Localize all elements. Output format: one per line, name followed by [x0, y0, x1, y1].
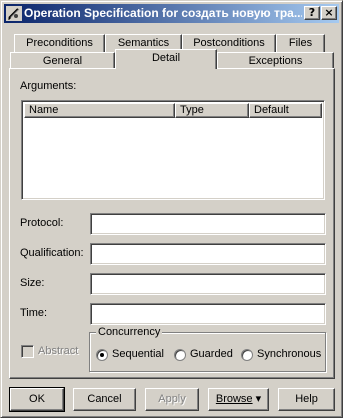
column-header-label: Type [180, 104, 204, 116]
sequential-label: Sequential [112, 348, 164, 360]
pencil-icon [6, 6, 22, 21]
column-header-name[interactable]: Name [24, 103, 175, 118]
abstract-checkbox[interactable] [21, 345, 34, 358]
apply-button[interactable]: Apply [145, 388, 199, 411]
cancel-button[interactable]: Cancel [73, 388, 136, 411]
title-bar[interactable]: Operation Specification for создать нову… [4, 4, 339, 23]
time-field[interactable] [90, 303, 326, 325]
arguments-label: Arguments: [20, 80, 77, 92]
apply-button-label: Apply [158, 393, 186, 405]
help-caption-button[interactable]: ? [304, 6, 320, 20]
detail-tab-panel: Arguments: Name Type Default Protocol: Q… [9, 68, 335, 379]
qualification-field[interactable] [90, 243, 326, 265]
synchronous-radio[interactable] [241, 349, 253, 361]
close-icon: × [324, 6, 334, 19]
column-header-type[interactable]: Type [175, 103, 249, 118]
tab-label: General [42, 55, 83, 67]
browse-button-label: Browse [215, 393, 253, 405]
abstract-label: Abstract [38, 345, 79, 357]
tab-label: Preconditions [26, 37, 93, 49]
tab-label: Files [288, 37, 313, 49]
synchronous-label: Synchronous [257, 348, 322, 360]
help-button[interactable]: Help [278, 388, 335, 411]
time-label: Time: [20, 307, 48, 319]
tab-label: Postconditions [193, 37, 265, 49]
cancel-button-label: Cancel [87, 393, 122, 405]
qualification-label: Qualification: [20, 247, 84, 259]
tab-preconditions[interactable]: Preconditions [14, 34, 105, 52]
guarded-label: Guarded [190, 348, 233, 360]
tab-detail[interactable]: Detail [115, 49, 217, 69]
ok-button-label: OK [29, 393, 45, 405]
arguments-list[interactable]: Name Type Default [21, 100, 325, 200]
size-label: Size: [20, 277, 45, 289]
protocol-field[interactable] [90, 213, 326, 235]
protocol-label: Protocol: [20, 217, 64, 229]
column-header-label: Name [29, 104, 59, 116]
concurrency-title: Concurrency [96, 326, 163, 338]
size-field[interactable] [90, 273, 326, 295]
browse-button[interactable]: Browse ▾ [208, 388, 269, 411]
tab-label: Semantics [117, 37, 170, 49]
window-title: Operation Specification for создать нову… [24, 6, 302, 20]
dropdown-arrow-icon: ▾ [255, 393, 262, 405]
column-header-default[interactable]: Default [249, 103, 322, 118]
help-button-label: Help [295, 393, 318, 405]
concurrency-group: Concurrency Sequential Guarded Synchrono… [89, 326, 326, 372]
close-button[interactable]: × [321, 6, 337, 20]
tab-files[interactable]: Files [276, 34, 325, 52]
column-header-label: Default [254, 104, 289, 116]
question-icon: ? [308, 6, 316, 19]
operation-specification-dialog: Operation Specification for создать нову… [0, 0, 343, 418]
ok-button[interactable]: OK [9, 387, 65, 412]
guarded-radio[interactable] [174, 349, 186, 361]
sequential-radio[interactable] [96, 349, 108, 361]
tab-label: Exceptions [248, 55, 303, 67]
tab-label: Detail [151, 52, 181, 64]
